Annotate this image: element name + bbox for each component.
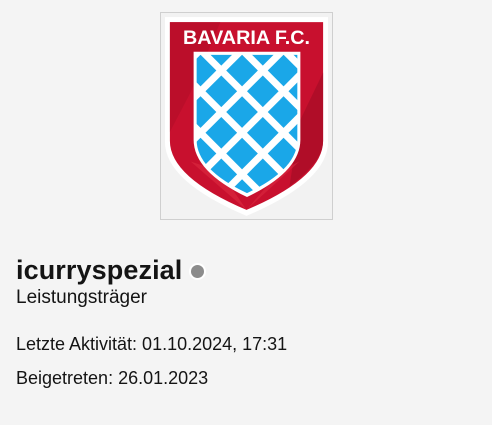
member-profile-card: BAVARIA F.C. icurryspezial Leistungsträg… (0, 0, 492, 425)
username-row: icurryspezial (16, 252, 207, 288)
logo-text: BAVARIA F.C. (183, 27, 310, 49)
user-title: Leistungsträger (16, 287, 147, 308)
username[interactable]: icurryspezial (16, 255, 182, 286)
joined-date: Beigetreten: 26.01.2023 (16, 368, 209, 388)
bavaria-fc-shield-logo: BAVARIA F.C. (164, 17, 329, 216)
last-activity: Letzte Aktivität: 01.10.2024, 17:31 (16, 334, 288, 354)
avatar[interactable]: BAVARIA F.C. (160, 12, 333, 220)
offline-status-dot-icon (189, 262, 207, 280)
